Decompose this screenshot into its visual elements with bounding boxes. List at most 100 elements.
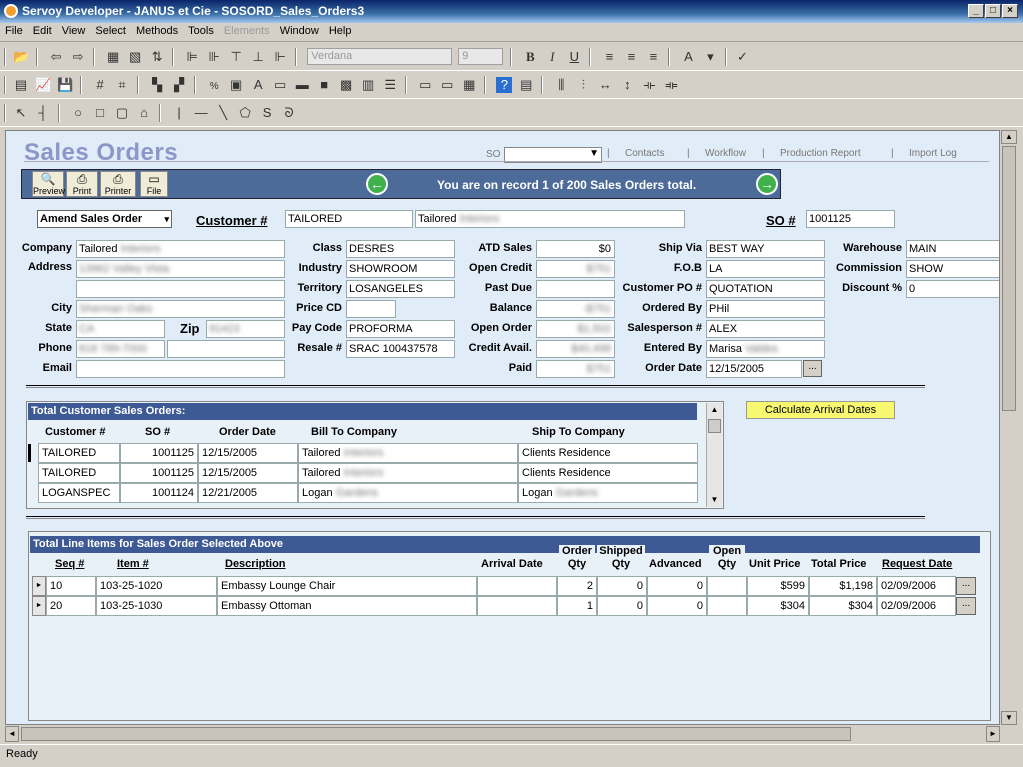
- field-icon[interactable]: ▭: [272, 77, 288, 93]
- scroll-left-icon[interactable]: ◄: [5, 726, 19, 742]
- text-left-icon[interactable]: ≡: [601, 49, 617, 65]
- size-select[interactable]: 9: [458, 48, 504, 65]
- workflow-link[interactable]: Workflow: [705, 148, 746, 159]
- file-button[interactable]: ▭ File: [140, 171, 168, 197]
- snap-grid-icon[interactable]: ⌗: [114, 77, 130, 93]
- scroll-down-icon[interactable]: ▼: [707, 493, 722, 507]
- vertical-scrollbar[interactable]: ▲ ▼: [1001, 130, 1017, 725]
- row-expand-icon[interactable]: ►: [32, 576, 46, 596]
- line-cell[interactable]: [477, 596, 557, 616]
- sort-icon[interactable]: ⇅: [149, 49, 165, 65]
- menu-edit[interactable]: Edit: [28, 23, 57, 39]
- line-cell[interactable]: $304: [747, 596, 809, 616]
- button-icon[interactable]: ▬: [294, 77, 310, 93]
- line-cell[interactable]: $599: [747, 576, 809, 596]
- grid-icon[interactable]: #: [92, 77, 108, 93]
- bring-front-icon[interactable]: ▚: [149, 77, 165, 93]
- orders-cell[interactable]: 1001125: [120, 463, 198, 483]
- square-icon[interactable]: □: [92, 105, 108, 121]
- font-color-icon[interactable]: A: [680, 49, 696, 65]
- paid-field[interactable]: $751: [536, 360, 615, 378]
- center-v-icon[interactable]: ⟚: [663, 77, 679, 93]
- line-cell[interactable]: 0: [597, 576, 647, 596]
- orders-cell[interactable]: Tailored Interiors: [298, 443, 518, 463]
- tab-panel-icon[interactable]: ☰: [382, 77, 398, 93]
- align-left-icon[interactable]: ⊫: [184, 49, 200, 65]
- address-field[interactable]: 13962 Valley Vista: [76, 260, 285, 278]
- split-icon[interactable]: ▭: [439, 77, 455, 93]
- orders-cell[interactable]: 12/21/2005: [198, 483, 298, 503]
- maximize-button[interactable]: □: [985, 4, 1001, 18]
- past-due-field[interactable]: [536, 280, 615, 298]
- customer-po-field[interactable]: QUOTATION: [706, 280, 825, 298]
- resale-field[interactable]: SRAC 100437578: [346, 340, 455, 358]
- table-row[interactable]: TAILORED: [38, 463, 120, 483]
- table-row[interactable]: LOGANSPEC: [38, 483, 120, 503]
- ship-via-field[interactable]: BEST WAY: [706, 240, 825, 258]
- center-h-icon[interactable]: ⟛: [641, 77, 657, 93]
- add-field-icon[interactable]: ▦: [105, 49, 121, 65]
- atd-sales-field[interactable]: $0: [536, 240, 615, 258]
- cross-icon[interactable]: ┤: [35, 105, 51, 121]
- scroll-thumb[interactable]: [708, 419, 721, 433]
- minimize-button[interactable]: _: [968, 4, 984, 18]
- vertical-scroll-thumb[interactable]: [1002, 146, 1016, 411]
- italic-icon[interactable]: I: [544, 49, 560, 65]
- polygon-icon[interactable]: ⬠: [237, 105, 253, 121]
- orders-cell[interactable]: Logan Gardens: [298, 483, 518, 503]
- commission-field[interactable]: SHOW: [906, 260, 999, 278]
- line-cell[interactable]: 103-25-1030: [96, 596, 217, 616]
- format-icon[interactable]: %: [206, 79, 222, 95]
- mode-select[interactable]: Amend Sales Order ▾: [37, 210, 172, 228]
- align-center-icon[interactable]: ⊪: [206, 49, 222, 65]
- menu-tools[interactable]: Tools: [183, 23, 219, 39]
- line-cell[interactable]: Embassy Ottoman: [217, 596, 477, 616]
- bean-icon[interactable]: ▭: [417, 77, 433, 93]
- horizontal-scroll-thumb[interactable]: [21, 727, 851, 741]
- line-cell[interactable]: [707, 576, 747, 596]
- line-cell[interactable]: 0: [597, 596, 647, 616]
- orders-scrollbar[interactable]: ▲ ▼: [706, 403, 722, 507]
- company-field[interactable]: Tailored Interiors: [76, 240, 285, 258]
- open-order-field[interactable]: $1,502: [536, 320, 615, 338]
- font-select[interactable]: Verdana: [307, 48, 453, 65]
- order-date-picker-button[interactable]: ...: [803, 360, 822, 377]
- city-field[interactable]: Sherman Oaks: [76, 300, 285, 318]
- back-icon[interactable]: ⇦: [48, 49, 64, 65]
- menu-view[interactable]: View: [57, 23, 91, 39]
- order-date-field[interactable]: 12/15/2005: [706, 360, 802, 378]
- phone-field[interactable]: 818 789-7000: [76, 340, 165, 358]
- horizontal-scrollbar[interactable]: ◄ ►: [5, 726, 1000, 742]
- rect-icon[interactable]: ■: [316, 77, 332, 93]
- request-date-picker-button[interactable]: ...: [956, 597, 976, 615]
- curve-icon[interactable]: S: [259, 105, 275, 121]
- production-report-link[interactable]: Production Report: [780, 148, 861, 159]
- align-right-icon[interactable]: ⊩: [272, 49, 288, 65]
- so-number-field[interactable]: 1001125: [806, 210, 895, 228]
- line-cell[interactable]: 02/09/2006: [877, 596, 956, 616]
- line-cell[interactable]: 2: [557, 576, 597, 596]
- line-cell[interactable]: 0: [647, 576, 707, 596]
- box-icon[interactable]: ⌂: [136, 105, 152, 121]
- preview-button[interactable]: 🔍 Preview: [32, 171, 65, 197]
- same-height-icon[interactable]: ↕: [619, 77, 635, 93]
- industry-field[interactable]: SHOWROOM: [346, 260, 455, 278]
- save-icon[interactable]: 💾: [57, 77, 73, 93]
- balance-field[interactable]: -$751: [536, 300, 615, 318]
- line-cell[interactable]: [707, 596, 747, 616]
- ordered-by-field[interactable]: PHil: [706, 300, 825, 318]
- menu-file[interactable]: File: [0, 23, 28, 39]
- previous-record-icon[interactable]: ←: [366, 173, 388, 195]
- diag-line-icon[interactable]: ╲: [215, 105, 231, 121]
- orders-cell[interactable]: 12/15/2005: [198, 463, 298, 483]
- territory-field[interactable]: LOSANGELES: [346, 280, 455, 298]
- menu-methods[interactable]: Methods: [131, 23, 183, 39]
- hline-icon[interactable]: —: [193, 105, 209, 121]
- contacts-link[interactable]: Contacts: [625, 148, 664, 159]
- salesperson-field[interactable]: ALEX: [706, 320, 825, 338]
- warehouse-field[interactable]: MAIN: [906, 240, 999, 258]
- rounded-rect-icon[interactable]: ▢: [114, 105, 130, 121]
- send-back-icon[interactable]: ▞: [171, 77, 187, 93]
- line-cell[interactable]: 1: [557, 596, 597, 616]
- import-log-link[interactable]: Import Log: [909, 148, 957, 159]
